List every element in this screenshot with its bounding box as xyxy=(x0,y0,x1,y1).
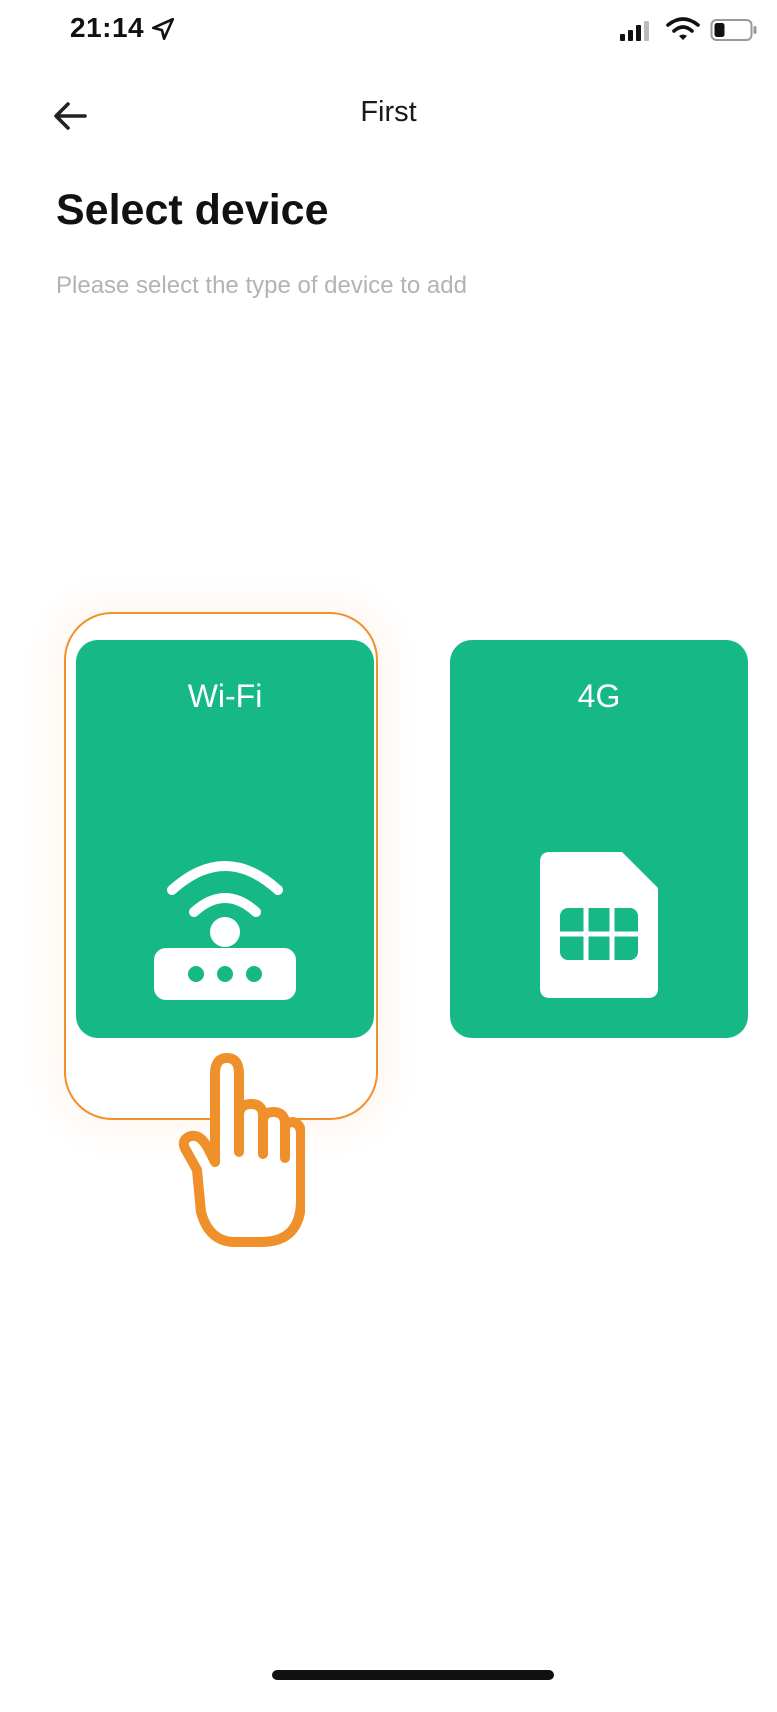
cellular-signal-icon xyxy=(620,21,649,41)
device-card-label: 4G xyxy=(577,678,621,714)
device-card-wifi[interactable]: Wi-Fi xyxy=(76,640,374,1038)
sim-card-icon xyxy=(540,852,658,998)
device-card-4g[interactable]: 4G xyxy=(450,640,748,1038)
wifi-icon xyxy=(666,17,700,40)
battery-icon xyxy=(710,19,757,41)
page-title: Select device xyxy=(56,186,329,234)
location-arrow-icon xyxy=(151,17,175,41)
home-indicator xyxy=(272,1670,554,1680)
page-subtitle: Please select the type of device to add xyxy=(56,272,467,299)
nav-title: First xyxy=(360,96,417,128)
router-icon xyxy=(154,861,296,1000)
status-bar: 21:14 xyxy=(0,0,777,64)
status-time: 21:14 xyxy=(70,12,145,43)
device-card-label: Wi-Fi xyxy=(187,678,263,714)
tap-hand-icon xyxy=(178,1053,305,1247)
